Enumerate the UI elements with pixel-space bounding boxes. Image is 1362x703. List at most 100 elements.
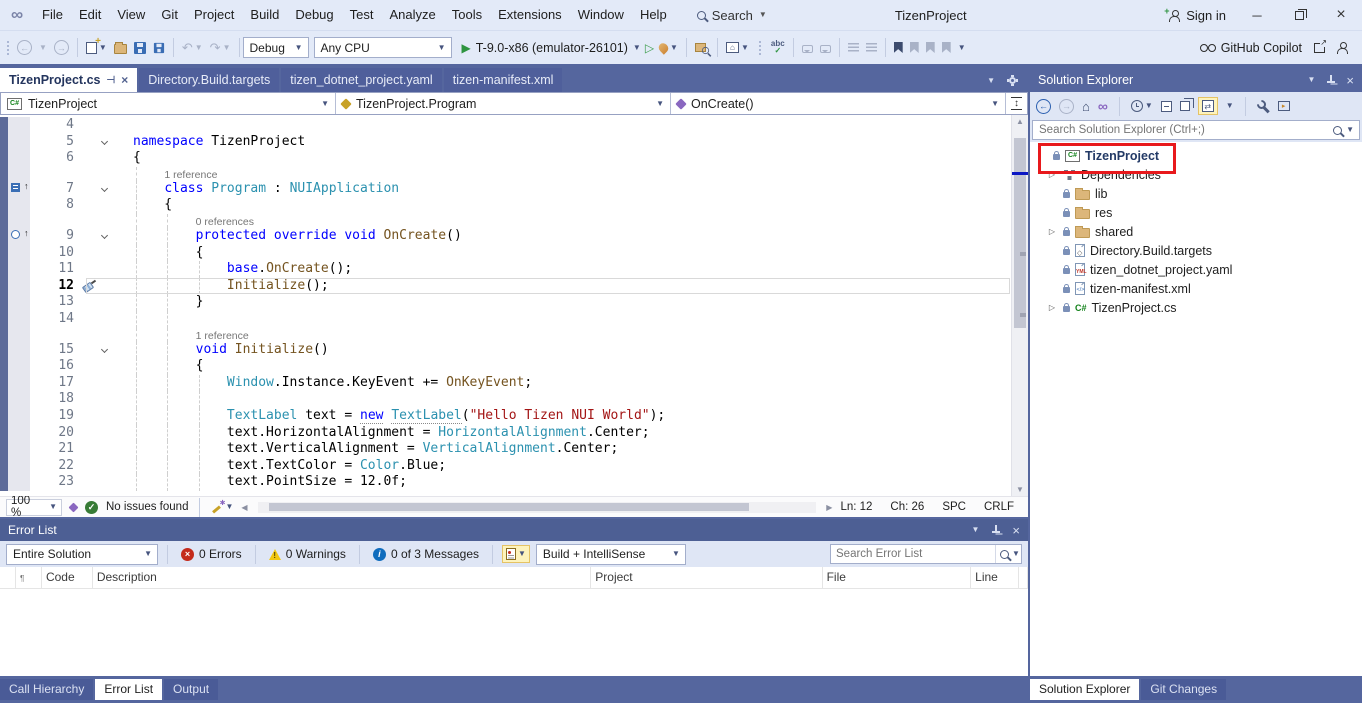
editor-horizontal-scrollbar[interactable]	[258, 502, 817, 513]
tab-settings-gear-icon[interactable]	[1007, 75, 1018, 86]
tree-item-directory-build-targets[interactable]: Directory.Build.targets	[1030, 241, 1362, 260]
find-in-files-icon[interactable]	[695, 42, 709, 54]
column-header-project[interactable]: Project	[591, 567, 822, 588]
tree-item-tizen-manifest-xml[interactable]: tizen-manifest.xml	[1030, 279, 1362, 298]
panel-tab-error-list[interactable]: Error List	[95, 679, 162, 700]
start-debugging-button[interactable]: ▶ T-9.0-x86 (emulator-26101) ▼	[458, 41, 645, 55]
menu-item-build[interactable]: Build	[242, 0, 287, 30]
window-position-caret-icon[interactable]: ▼	[1307, 76, 1315, 84]
minimize-button[interactable]: ─	[1236, 0, 1278, 30]
glyph-margin[interactable]	[8, 150, 30, 167]
split-window-button[interactable]: ↕	[1005, 93, 1027, 114]
glyph-margin[interactable]	[8, 391, 30, 408]
navigate-forward-icon[interactable]: →	[54, 40, 69, 55]
solution-home-button[interactable]: ⌂▼	[726, 42, 749, 53]
glyph-margin[interactable]: ↑	[8, 181, 30, 198]
glyph-margin[interactable]	[8, 134, 30, 151]
document-tab-tizen-manifest.xml[interactable]: tizen-manifest.xml	[444, 68, 563, 92]
sign-in-button[interactable]: + Sign in	[1159, 8, 1236, 23]
tree-item-res[interactable]: res	[1030, 203, 1362, 222]
glyph-margin[interactable]	[8, 408, 30, 425]
scroll-left-icon[interactable]: ◀	[241, 503, 247, 512]
document-tab-tizen_dotnet_project.yaml[interactable]: tizen_dotnet_project.yaml	[281, 68, 441, 92]
override-glyph-icon[interactable]: ↑	[11, 230, 20, 241]
tab-close-icon[interactable]: ×	[121, 73, 128, 87]
home-icon[interactable]: ⌂	[1082, 99, 1090, 114]
document-tab-TizenProject.cs[interactable]: TizenProject.cs⊣×	[0, 68, 137, 92]
undo-button[interactable]: ↶▼	[182, 41, 203, 54]
glyph-margin[interactable]	[8, 375, 30, 392]
type-dropdown[interactable]: TizenProject.Program ▼	[336, 93, 671, 114]
glyph-margin[interactable]	[8, 441, 30, 458]
close-panel-icon[interactable]: ×	[1346, 73, 1354, 88]
pin-icon[interactable]	[1326, 75, 1335, 85]
spell-checker-icon[interactable]: abc✓	[771, 41, 785, 54]
intellisense-icon[interactable]	[69, 502, 79, 512]
glyph-margin[interactable]	[8, 261, 30, 278]
glyph-margin[interactable]	[8, 278, 30, 295]
navigate-backward-caret[interactable]: ▼	[39, 44, 47, 52]
switch-views-icon[interactable]: ∞	[1098, 99, 1108, 113]
column-header-line[interactable]: Line	[971, 567, 1019, 588]
line-ending-indicator[interactable]: CRLF	[984, 501, 1014, 513]
tab-list-caret-icon[interactable]: ▼	[987, 77, 995, 85]
menu-item-git[interactable]: Git	[153, 0, 186, 30]
menu-item-view[interactable]: View	[109, 0, 153, 30]
glyph-margin[interactable]	[8, 197, 30, 214]
show-messages-toggle[interactable]: ▼	[502, 545, 530, 563]
fold-chevron-icon[interactable]	[101, 345, 108, 352]
new-project-button[interactable]: ▼	[86, 42, 107, 54]
save-icon[interactable]	[134, 42, 146, 54]
decrease-indent-icon[interactable]	[848, 43, 859, 52]
panel-tab-git-changes[interactable]: Git Changes	[1141, 679, 1226, 700]
menu-item-extensions[interactable]: Extensions	[490, 0, 570, 30]
menu-item-analyze[interactable]: Analyze	[381, 0, 443, 30]
window-position-caret-icon[interactable]: ▼	[971, 526, 979, 534]
feedback-icon[interactable]	[1337, 42, 1348, 53]
column-header-file[interactable]: File	[823, 567, 972, 588]
code-editor[interactable]: 45namespace TizenProject6{1 reference↑7 …	[0, 115, 1028, 496]
column-header-code[interactable]: Code	[42, 567, 93, 588]
toolbar-grip[interactable]	[6, 40, 10, 56]
pending-changes-filter-button[interactable]: ▼	[1131, 100, 1153, 112]
column-header-description[interactable]: Description	[93, 567, 591, 588]
close-panel-icon[interactable]: ×	[1012, 523, 1020, 538]
codelens-references[interactable]: 1 reference	[164, 168, 217, 182]
hot-reload-button[interactable]: ▼	[659, 43, 678, 53]
increase-indent-icon[interactable]	[866, 43, 877, 52]
project-dropdown[interactable]: C# TizenProject ▼	[1, 93, 336, 114]
warnings-filter-button[interactable]: 0 Warnings	[265, 547, 350, 561]
editor-vertical-scrollbar[interactable]: ▲ ▼	[1011, 115, 1028, 496]
back-icon[interactable]: ←	[1036, 99, 1051, 114]
show-all-files-icon[interactable]	[1180, 101, 1190, 111]
glyph-margin[interactable]	[8, 245, 30, 262]
bookmarks-caret[interactable]: ▼	[958, 44, 966, 52]
glyph-margin[interactable]	[8, 328, 30, 342]
sync-with-active-document-toggle[interactable]: ⇄	[1198, 97, 1218, 115]
solution-platform-combo[interactable]: Any CPU▼	[314, 37, 452, 58]
zoom-combo[interactable]: 100 % ▼	[6, 499, 62, 516]
menu-item-edit[interactable]: Edit	[71, 0, 109, 30]
panel-tab-solution-explorer[interactable]: Solution Explorer	[1030, 679, 1139, 700]
preview-selected-items-icon[interactable]: ▸	[1278, 101, 1290, 111]
redo-button[interactable]: ↷▼	[210, 41, 231, 54]
scrollbar-thumb[interactable]	[1014, 138, 1026, 329]
fold-chevron-icon[interactable]	[101, 138, 108, 145]
document-tab-Directory.Build.targets[interactable]: Directory.Build.targets	[139, 68, 279, 92]
comment-icon[interactable]	[802, 45, 813, 53]
next-bookmark-icon[interactable]	[926, 42, 935, 53]
glyph-margin[interactable]	[8, 214, 30, 228]
scroll-down-icon[interactable]: ▼	[1012, 485, 1028, 494]
share-icon[interactable]	[1314, 43, 1325, 53]
search-control[interactable]: Search ▼	[689, 6, 775, 25]
error-list-search-input[interactable]	[831, 548, 995, 560]
forward-icon[interactable]: →	[1059, 99, 1074, 114]
tree-item-tizen-dotnet-project-yaml[interactable]: tizen_dotnet_project.yaml	[1030, 260, 1362, 279]
error-scope-combo[interactable]: Entire Solution▼	[6, 544, 158, 565]
toggle-bookmark-icon[interactable]	[894, 42, 903, 53]
tab-pin-icon[interactable]: ⊣	[106, 75, 115, 86]
scroll-right-icon[interactable]: ▶	[826, 503, 832, 512]
expander-icon[interactable]: ▷	[1046, 303, 1058, 312]
error-list-search[interactable]: ▼	[830, 544, 1022, 564]
pin-icon[interactable]	[991, 525, 1000, 535]
